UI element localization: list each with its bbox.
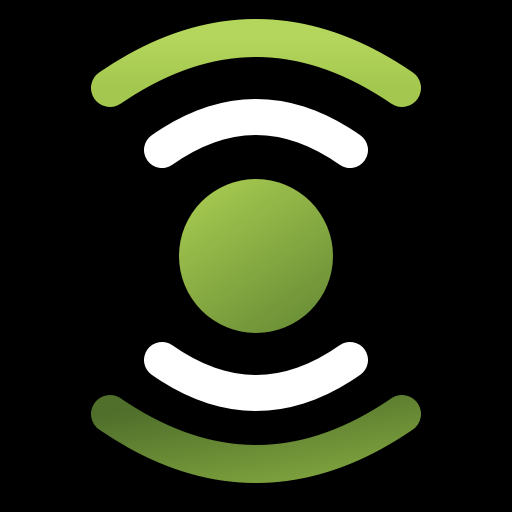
center-signal-dot xyxy=(179,179,333,333)
broadcast-signal-icon xyxy=(0,0,512,512)
broadcast-signal-graphic xyxy=(0,0,512,512)
